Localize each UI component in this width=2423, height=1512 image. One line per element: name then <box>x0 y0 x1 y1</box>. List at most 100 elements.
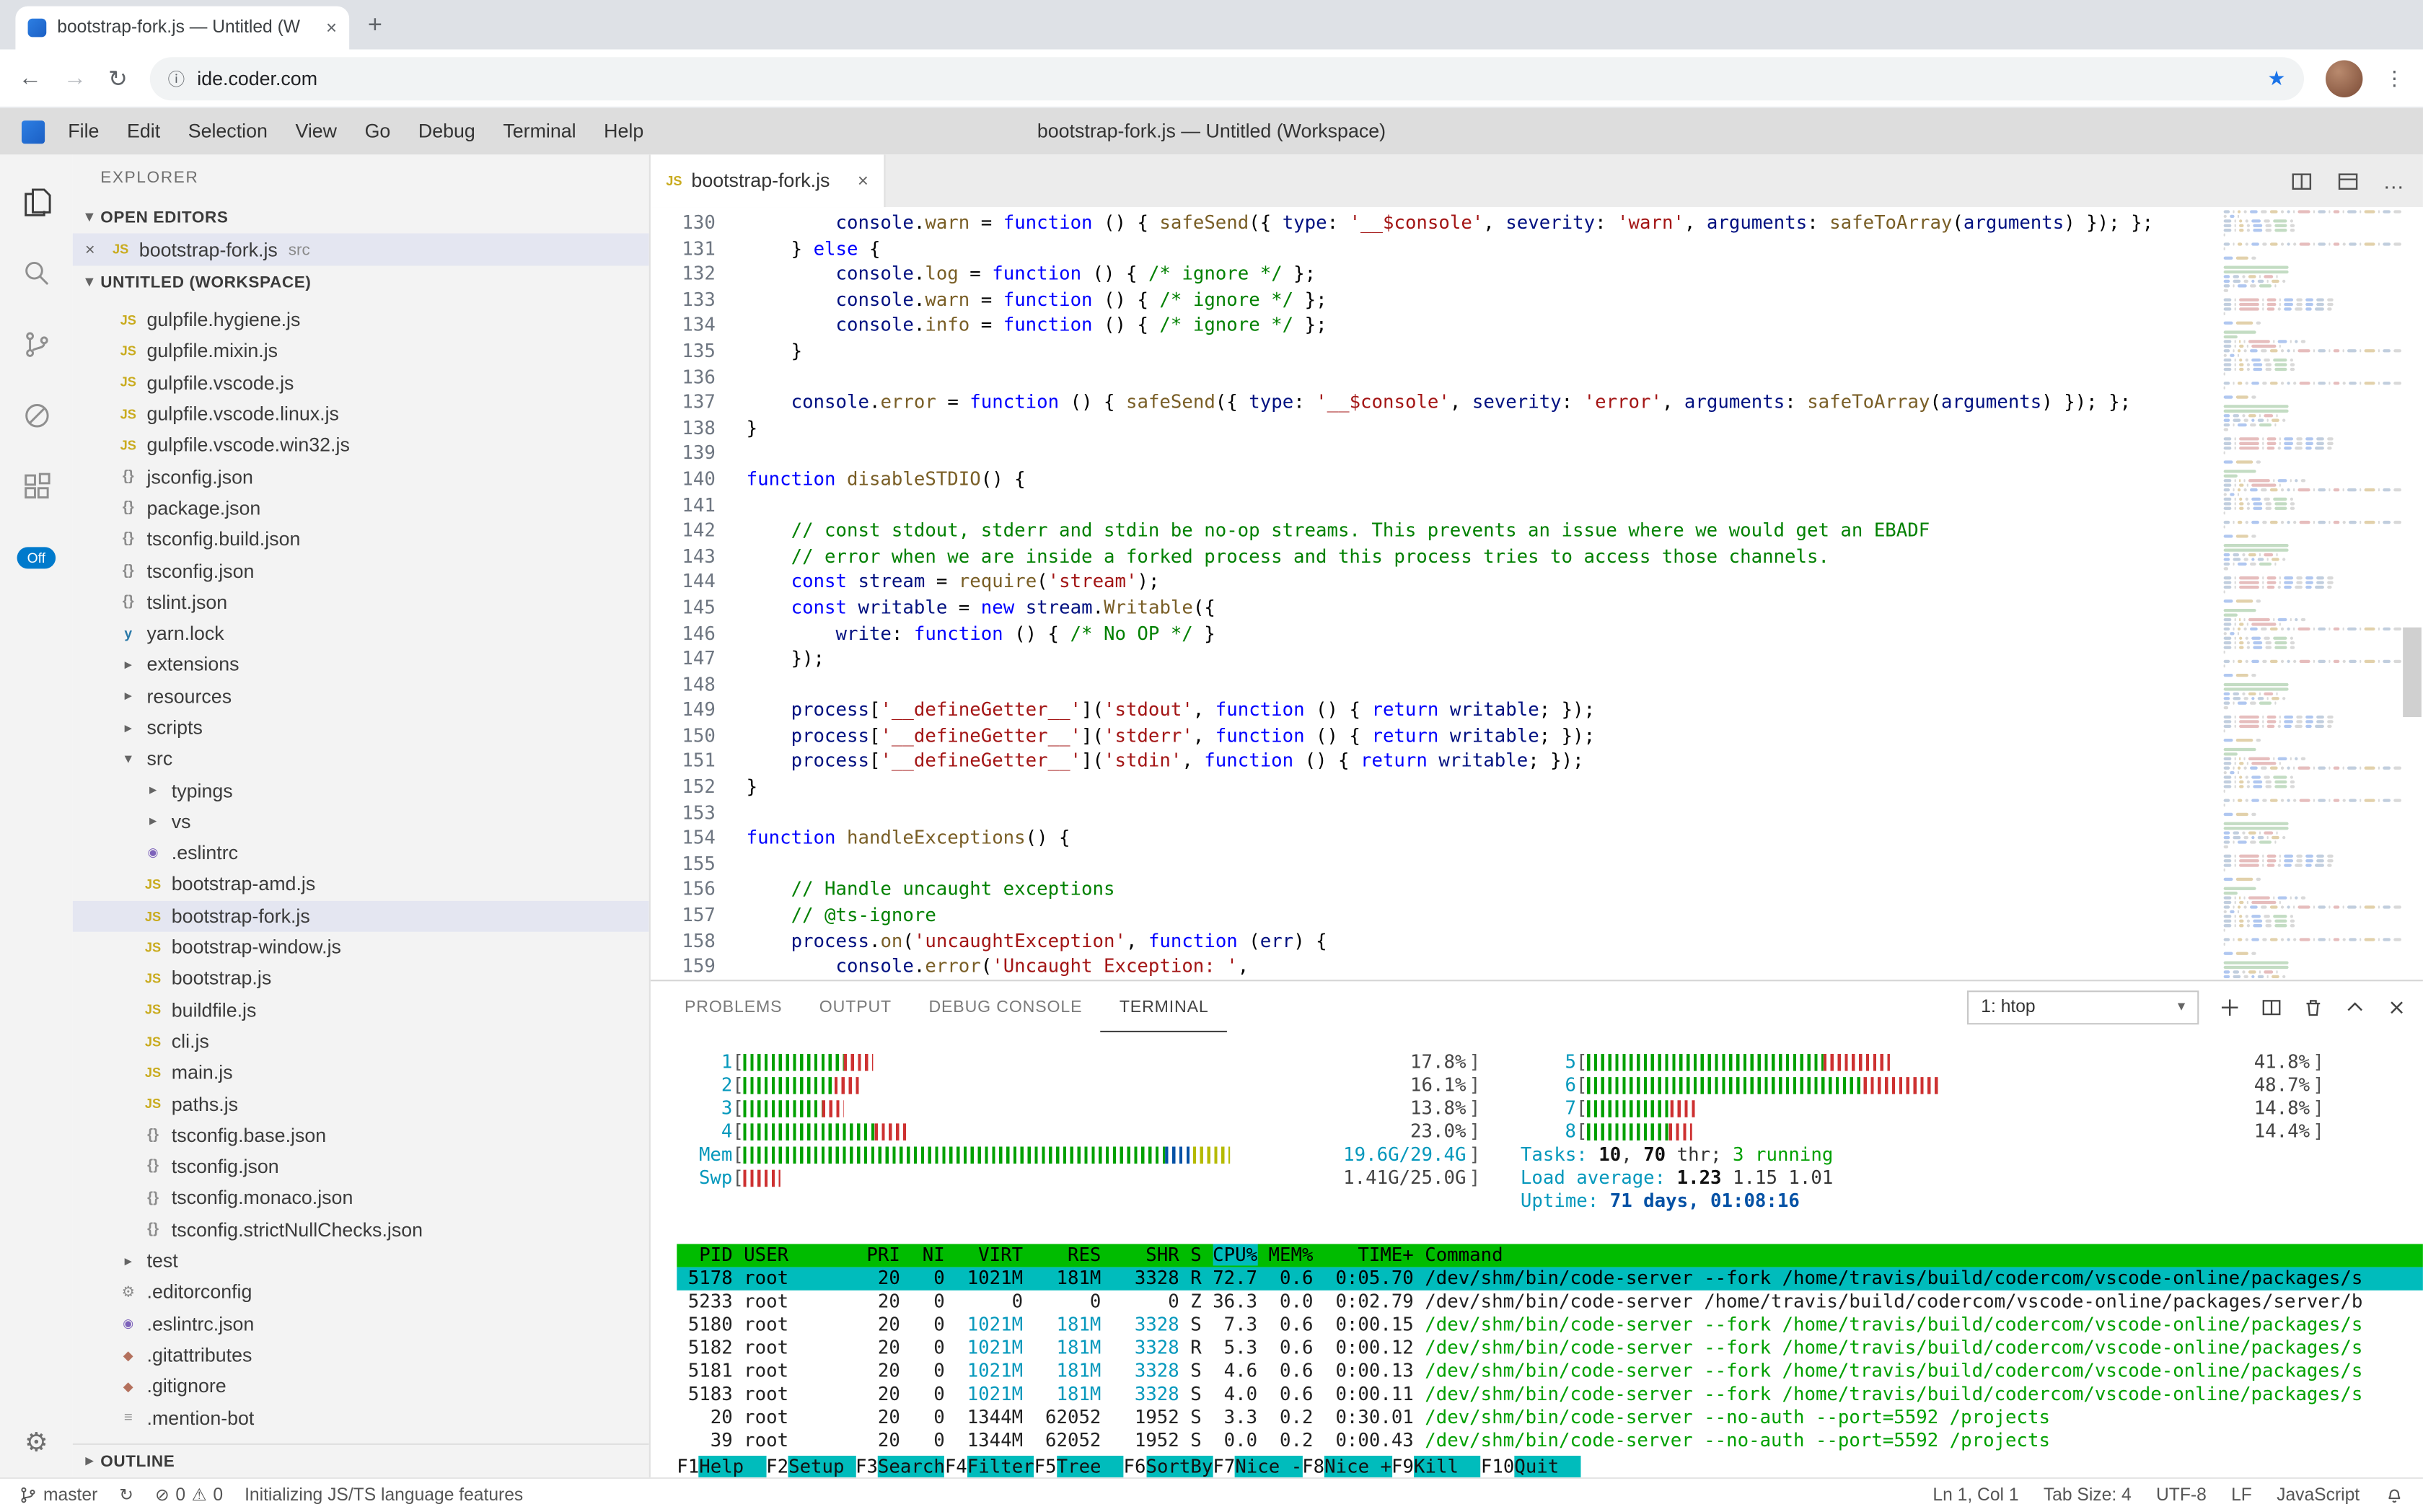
off-badge[interactable]: Off <box>17 547 56 568</box>
tree-item-gulpfile.mixin.js[interactable]: JSgulpfile.mixin.js <box>73 335 649 366</box>
menu-file[interactable]: File <box>54 120 113 142</box>
close-editor-tab-icon[interactable]: × <box>858 170 869 192</box>
workspace-header[interactable]: ▾ UNTITLED (WORKSPACE) <box>73 265 649 298</box>
editor-tab[interactable]: JS bootstrap-fork.js × <box>651 154 886 207</box>
menu-edit[interactable]: Edit <box>113 120 175 142</box>
tree-item-scripts[interactable]: ▸scripts <box>73 712 649 743</box>
tree-item-yarn.lock[interactable]: yyarn.lock <box>73 618 649 649</box>
url-text[interactable]: ide.coder.com <box>197 67 2255 89</box>
tree-item-.editorconfig[interactable]: ⚙.editorconfig <box>73 1277 649 1308</box>
search-icon[interactable] <box>0 238 73 309</box>
more-actions-icon[interactable]: … <box>2383 168 2404 193</box>
reload-icon[interactable]: ↻ <box>108 64 128 92</box>
panel-tab-terminal[interactable]: TERMINAL <box>1101 981 1227 1032</box>
menu-view[interactable]: View <box>281 120 351 142</box>
address-bar[interactable]: ⓘ ide.coder.com ★ <box>149 56 2304 100</box>
panel-tab-debug-console[interactable]: DEBUG CONSOLE <box>910 981 1101 1032</box>
menu-terminal[interactable]: Terminal <box>489 120 590 142</box>
tree-item-bootstrap-amd.js[interactable]: JSbootstrap-amd.js <box>73 869 649 900</box>
tree-item-jsconfig.json[interactable]: {}jsconfig.json <box>73 461 649 492</box>
layout-icon[interactable] <box>2336 170 2360 193</box>
source-control-icon[interactable] <box>0 309 73 380</box>
editor-scrollbar[interactable] <box>2401 207 2423 980</box>
cursor-position[interactable]: Ln 1, Col 1 <box>1932 1486 2018 1505</box>
settings-gear-icon[interactable]: ⚙ <box>25 1428 48 1459</box>
tree-item-gulpfile.vscode.win32.js[interactable]: JSgulpfile.vscode.win32.js <box>73 430 649 461</box>
tree-item-package.json[interactable]: {}package.json <box>73 493 649 524</box>
open-editors-header[interactable]: ▾ OPEN EDITORS <box>73 201 649 233</box>
tree-item-tsconfig.json[interactable]: {}tsconfig.json <box>73 555 649 586</box>
terminal-select[interactable]: 1: htop ▾ <box>1967 990 2199 1024</box>
tree-item-typings[interactable]: ▸typings <box>73 775 649 806</box>
outline-header[interactable]: ▸ OUTLINE <box>73 1443 649 1477</box>
tree-item-gulpfile.vscode.linux.js[interactable]: JSgulpfile.vscode.linux.js <box>73 398 649 429</box>
menu-go[interactable]: Go <box>351 120 404 142</box>
tree-item-tsconfig.strictNullChecks.json[interactable]: {}tsconfig.strictNullChecks.json <box>73 1214 649 1245</box>
tree-item-.eslintrc[interactable]: ◉.eslintrc <box>73 838 649 869</box>
tree-item-.mention-bot[interactable]: ≡.mention-bot <box>73 1402 649 1433</box>
tree-item-src[interactable]: ▾src <box>73 744 649 775</box>
menu-selection[interactable]: Selection <box>174 120 281 142</box>
tree-item-bootstrap-window.js[interactable]: JSbootstrap-window.js <box>73 932 649 963</box>
tab-size[interactable]: Tab Size: 4 <box>2044 1486 2132 1505</box>
tree-item-test[interactable]: ▸test <box>73 1245 649 1276</box>
tree-item-main.js[interactable]: JSmain.js <box>73 1058 649 1089</box>
bookmark-star-icon[interactable]: ★ <box>2267 66 2285 90</box>
back-icon[interactable]: ← <box>19 65 42 91</box>
tree-item-vs[interactable]: ▸vs <box>73 806 649 838</box>
open-editor-item[interactable]: × JS bootstrap-fork.js src <box>73 233 649 265</box>
tree-item-.eslintrc.json[interactable]: ◉.eslintrc.json <box>73 1308 649 1339</box>
sync-icon[interactable]: ↻ <box>119 1485 133 1506</box>
menu-help[interactable]: Help <box>590 120 658 142</box>
forward-icon[interactable]: → <box>63 65 87 91</box>
tree-item-.gitignore[interactable]: ◆.gitignore <box>73 1371 649 1402</box>
tree-item-tsconfig.base.json[interactable]: {}tsconfig.base.json <box>73 1120 649 1151</box>
profile-avatar[interactable] <box>2326 59 2362 96</box>
kill-terminal-icon[interactable] <box>2303 996 2324 1018</box>
panel-tab-problems[interactable]: PROBLEMS <box>666 981 801 1032</box>
tree-item-tslint.json[interactable]: {}tslint.json <box>73 586 649 617</box>
maximize-panel-icon[interactable] <box>2344 996 2366 1018</box>
eol[interactable]: LF <box>2231 1486 2252 1505</box>
tree-item-tsconfig.json[interactable]: {}tsconfig.json <box>73 1151 649 1182</box>
notifications-bell-icon[interactable] <box>2384 1485 2404 1506</box>
htop-function-keys: F1Help F2Setup F3SearchF4FilterF5Tree F6… <box>677 1456 2423 1477</box>
tree-item-paths.js[interactable]: JSpaths.js <box>73 1089 649 1120</box>
close-editor-icon[interactable]: × <box>85 240 108 259</box>
tree-item-gulpfile.vscode.js[interactable]: JSgulpfile.vscode.js <box>73 367 649 398</box>
site-info-icon[interactable]: ⓘ <box>168 66 185 90</box>
tree-item-resources[interactable]: ▸resources <box>73 681 649 712</box>
problems-status[interactable]: ⊘ 0 ⚠ 0 <box>155 1485 223 1506</box>
branch-status[interactable]: master <box>19 1485 98 1506</box>
code-editor[interactable]: 130 console.warn = function () { safeSen… <box>651 207 2423 980</box>
close-panel-icon[interactable] <box>2386 996 2408 1018</box>
file-file-icon: ≡ <box>116 1410 141 1425</box>
encoding[interactable]: UTF-8 <box>2156 1486 2207 1505</box>
tree-item-tsconfig.monaco.json[interactable]: {}tsconfig.monaco.json <box>73 1182 649 1213</box>
tree-item-tsconfig.build.json[interactable]: {}tsconfig.build.json <box>73 524 649 555</box>
browser-menu-icon[interactable]: ⋮ <box>2384 66 2404 90</box>
panel-tab-output[interactable]: OUTPUT <box>801 981 910 1032</box>
bottom-panel: PROBLEMSOUTPUTDEBUG CONSOLETERMINAL 1: h… <box>651 980 2423 1477</box>
split-editor-icon[interactable] <box>2290 170 2313 193</box>
terminal[interactable]: 1[17.8%]5[41.8%]2[16.1%]6[48.7%]3[13.8%]… <box>651 1032 2423 1477</box>
close-tab-icon[interactable]: × <box>326 17 337 39</box>
menu-debug[interactable]: Debug <box>405 120 489 142</box>
language-mode[interactable]: JavaScript <box>2277 1486 2360 1505</box>
extensions-icon[interactable] <box>0 452 73 523</box>
tree-item-.gitattributes[interactable]: ◆.gitattributes <box>73 1340 649 1371</box>
minimap[interactable] <box>2216 207 2401 980</box>
tree-item-extensions[interactable]: ▸extensions <box>73 649 649 680</box>
new-terminal-icon[interactable] <box>2219 996 2240 1018</box>
tree-item-cli.js[interactable]: JScli.js <box>73 1026 649 1057</box>
circle-slash-icon[interactable] <box>0 380 73 452</box>
tree-item-bootstrap-fork.js[interactable]: JSbootstrap-fork.js <box>73 900 649 931</box>
browser-tab[interactable]: bootstrap-fork.js — Untitled (W × <box>15 6 349 50</box>
tree-item-bootstrap.js[interactable]: JSbootstrap.js <box>73 963 649 994</box>
new-tab-button[interactable]: + <box>368 12 382 40</box>
split-terminal-icon[interactable] <box>2261 996 2282 1018</box>
explorer-icon[interactable] <box>0 167 73 238</box>
tree-item-buildfile.js[interactable]: JSbuildfile.js <box>73 995 649 1026</box>
scrollbar-thumb[interactable] <box>2403 628 2422 717</box>
tree-item-gulpfile.hygiene.js[interactable]: JSgulpfile.hygiene.js <box>73 304 649 335</box>
